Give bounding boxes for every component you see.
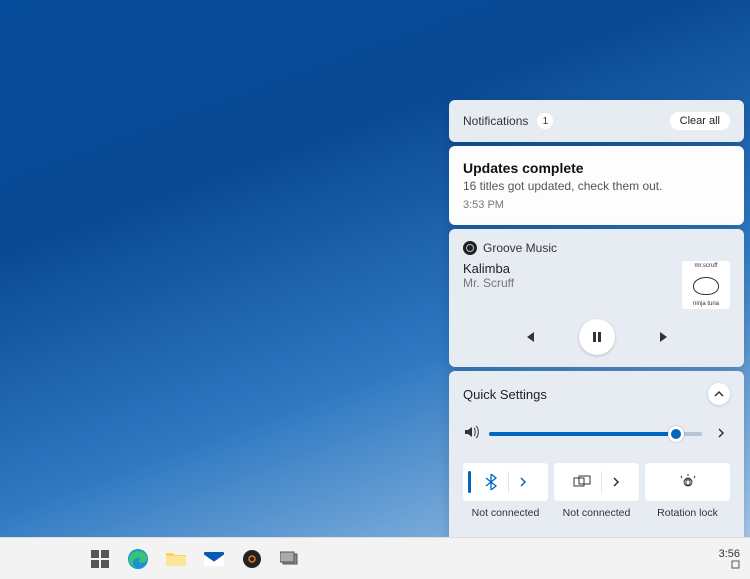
album-art: mr.scruff ninja tuna	[682, 261, 730, 309]
edge-icon[interactable]	[126, 547, 150, 571]
project-tile[interactable]	[554, 463, 639, 501]
action-center-panel: Notifications 1 Clear all Updates comple…	[449, 100, 744, 571]
groove-music-icon	[463, 241, 477, 255]
quick-settings-label: Quick Settings	[463, 387, 547, 402]
media-app-name: Groove Music	[483, 241, 557, 255]
volume-flyout-button[interactable]	[712, 421, 730, 447]
media-track-title: Kalimba	[463, 261, 514, 276]
mail-icon[interactable]	[202, 547, 226, 571]
volume-icon	[463, 424, 479, 445]
groove-music-taskbar-icon[interactable]	[240, 547, 264, 571]
file-explorer-icon[interactable]	[164, 547, 188, 571]
start-button[interactable]	[88, 547, 112, 571]
desktop: Notifications 1 Clear all Updates comple…	[0, 0, 750, 579]
next-track-button[interactable]	[651, 323, 679, 351]
notification-body: 16 titles got updated, check them out.	[463, 179, 730, 193]
tile-label: Rotation lock	[657, 507, 718, 519]
tile-label: Not connected	[472, 507, 540, 519]
album-art-bottom-text: ninja tuna	[693, 301, 719, 307]
volume-row	[463, 421, 730, 447]
volume-slider[interactable]	[489, 432, 702, 436]
album-art-top-text: mr.scruff	[695, 263, 718, 269]
media-card: Groove Music Kalimba Mr. Scruff mr.scruf…	[449, 229, 744, 367]
taskbar: 3:56	[0, 537, 750, 579]
previous-track-button[interactable]	[515, 323, 543, 351]
quick-settings-tiles: Not connected Not connected Rotation loc…	[463, 463, 730, 519]
bluetooth-icon	[484, 474, 498, 490]
project-icon	[573, 475, 591, 489]
chevron-right-icon	[519, 477, 527, 487]
clock-text: 3:56	[719, 548, 740, 560]
taskbar-clock[interactable]: 3:56	[719, 548, 740, 569]
clear-all-button[interactable]: Clear all	[670, 112, 730, 130]
task-view-icon[interactable]	[278, 547, 302, 571]
tile-label: Not connected	[563, 507, 631, 519]
rotation-lock-tile[interactable]	[645, 463, 730, 501]
notifications-header-card: Notifications 1 Clear all	[449, 100, 744, 142]
notifications-label: Notifications	[463, 114, 528, 128]
notifications-count-badge: 1	[536, 112, 554, 130]
chevron-right-icon	[612, 477, 620, 487]
rotation-lock-icon	[680, 474, 696, 490]
tray-overflow-icon	[731, 560, 740, 569]
notification-item[interactable]: Updates complete 16 titles got updated, …	[449, 146, 744, 225]
collapse-button[interactable]	[708, 383, 730, 405]
pause-button[interactable]	[579, 319, 615, 355]
notification-time: 3:53 PM	[463, 199, 730, 211]
notification-title: Updates complete	[463, 160, 730, 176]
bluetooth-tile[interactable]	[463, 463, 548, 501]
media-artist: Mr. Scruff	[463, 276, 514, 290]
